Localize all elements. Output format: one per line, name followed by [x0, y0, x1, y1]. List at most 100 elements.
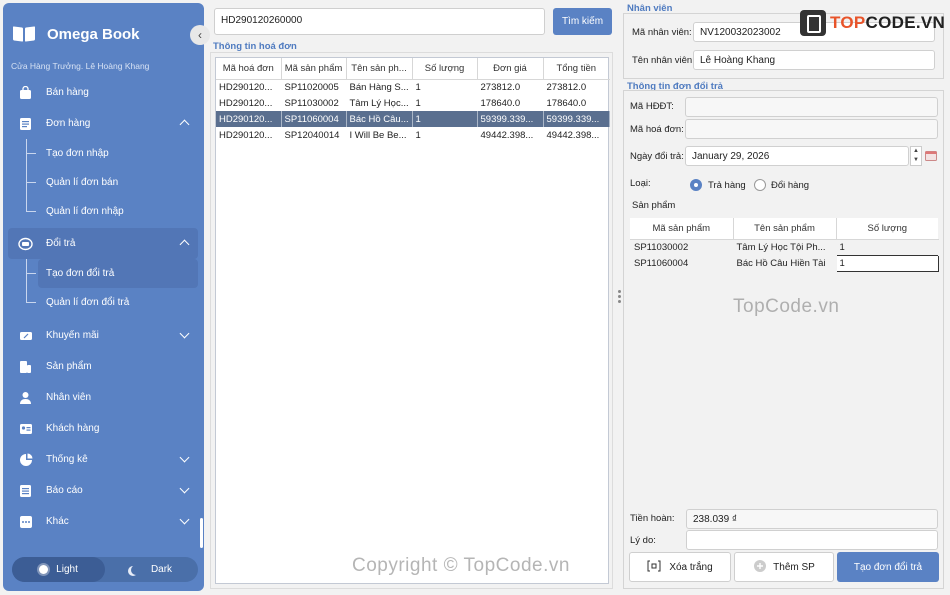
sidebar-item-khach-hang[interactable]: Khách hàng — [8, 413, 198, 444]
invoice-table-header: Mã hoá đơn Mã sản phẩm Tên sản ph... Số … — [216, 58, 609, 80]
return-icon — [18, 236, 33, 251]
sidebar-subitem-quan-li-don-ban[interactable]: Quản lí đơn bán — [8, 168, 198, 197]
sidebar-item-label: Đổi trả — [46, 238, 76, 249]
column-header[interactable]: Tên sản ph... — [346, 58, 413, 80]
id-card-icon — [18, 421, 33, 436]
chevron-up-icon — [179, 119, 190, 130]
sidebar-subitem-tao-don-doi-tra[interactable]: Tạo đơn đổi trả — [38, 259, 198, 288]
spinner-up-icon[interactable]: ▲ — [911, 147, 921, 156]
type-exchange-label[interactable]: Đổi hàng — [771, 180, 809, 191]
column-header[interactable]: Mã sản phẩm — [281, 58, 347, 80]
table-cell: SP11030002 — [284, 97, 339, 109]
table-cell: SP12040014 — [284, 129, 340, 141]
theme-light-option[interactable]: Light — [12, 557, 105, 582]
sidebar-subitem-tao-don-nhap[interactable]: Tạo đơn nhập — [8, 139, 198, 168]
sidebar-item-label: Thống kê — [46, 454, 88, 465]
type-exchange-radio[interactable] — [754, 179, 766, 191]
table-cell: Tâm Lý Học... — [349, 97, 409, 109]
column-header[interactable]: Mã hoá đơn — [216, 58, 282, 80]
theme-toggle: Light Dark — [12, 557, 198, 582]
column-header[interactable]: Số lượng — [412, 58, 478, 80]
sidebar-item-label: Sản phẩm — [46, 361, 92, 372]
sidebar-item-san-pham[interactable]: Sản phẩm — [8, 351, 198, 382]
table-cell: SP11060004 — [281, 111, 347, 127]
table-row[interactable]: SP11030002 Tâm Lý Học Tội Ph... 1 — [630, 239, 938, 255]
table-row[interactable]: HD290120... SP11030002 Tâm Lý Học... 1 1… — [216, 95, 609, 111]
table-cell: SP11020005 — [284, 81, 339, 93]
topcode-logo: TOPCODE.VN — [800, 10, 945, 36]
sidebar-item-label: Nhân viên — [46, 392, 92, 403]
employee-id-label: Mã nhân viên: — [632, 27, 692, 38]
calendar-icon[interactable] — [925, 150, 937, 161]
sidebar-item-nhan-vien[interactable]: Nhân viên — [8, 382, 198, 413]
sidebar-scrollbar[interactable] — [200, 518, 203, 548]
column-header[interactable]: Tên sản phẩm — [733, 218, 837, 240]
column-header[interactable]: Mã sản phẩm — [630, 218, 734, 240]
chevron-left-icon: ‹ — [198, 28, 202, 42]
split-pane-divider[interactable] — [618, 290, 621, 305]
type-return-radio[interactable] — [690, 179, 702, 191]
reason-input[interactable] — [686, 530, 938, 550]
chevron-down-icon — [179, 514, 190, 525]
table-cell: 1 — [415, 97, 421, 109]
table-row[interactable]: HD290120... SP12040014 I Will Be Be... 1… — [216, 127, 609, 143]
sidebar-item-khuyen-mai[interactable]: Khuyến mãi — [8, 320, 198, 351]
table-cell: 178640.0 — [546, 97, 587, 109]
brand: Omega Book — [13, 25, 140, 43]
ticket-icon — [18, 328, 33, 343]
store-line: Cửa Hàng Trưởng. Lê Hoàng Khang — [11, 61, 150, 71]
table-row-selected[interactable]: HD290120... SP11060004 Bác Hồ Câu... 1 5… — [216, 111, 610, 127]
chevron-down-icon — [179, 483, 190, 494]
column-header[interactable]: Tổng tiền — [543, 58, 609, 80]
search-button[interactable]: Tìm kiếm — [553, 8, 612, 35]
pie-icon — [18, 452, 33, 467]
add-product-label: Thêm SP — [773, 561, 815, 573]
table-cell: HD290120... — [219, 81, 273, 93]
sidebar-subitem-quan-li-don-nhap[interactable]: Quản lí đơn nhập — [8, 197, 198, 226]
sidebar-subitem-quan-li-don-doi-tra[interactable]: Quản lí đơn đổi trả — [8, 288, 198, 317]
table-cell: 1 — [415, 129, 421, 141]
table-cell: SP11060004 — [634, 257, 689, 269]
table-row[interactable]: HD290120... SP11020005 Bán Hàng S... 1 2… — [216, 79, 609, 95]
sidebar: Omega Book Cửa Hàng Trưởng. Lê Hoàng Kha… — [3, 3, 204, 591]
return-id-label: Mã HĐĐT: — [630, 101, 674, 112]
column-header[interactable]: Đơn giá — [477, 58, 544, 80]
watermark-copyright: Copyright © TopCode.vn — [352, 555, 570, 576]
logo-suffix: CODE.VN — [865, 13, 946, 32]
column-header[interactable]: Số lượng — [836, 218, 938, 240]
invoice-table-frame: Mã hoá đơn Mã sản phẩm Tên sản ph... Số … — [215, 57, 610, 584]
sidebar-item-thong-ke[interactable]: Thống kê — [8, 444, 198, 475]
employee-name-field: Lê Hoàng Khang — [693, 50, 935, 70]
table-row[interactable]: SP11060004 Bác Hồ Câu Hiền Tài 1 — [630, 254, 939, 272]
add-product-button[interactable]: Thêm SP — [734, 552, 834, 582]
sidebar-item-khac[interactable]: Khác — [8, 506, 198, 537]
theme-light-label: Light — [56, 564, 78, 575]
date-spinner[interactable]: ▲ ▼ — [910, 146, 922, 166]
type-label: Loại: — [630, 178, 651, 189]
logo-prefix: TOP — [830, 13, 866, 32]
chevron-down-icon — [179, 452, 190, 463]
tree-branch — [26, 273, 36, 274]
sidebar-item-don-hang[interactable]: Đơn hàng — [8, 108, 198, 139]
bag-icon — [18, 85, 33, 100]
theme-dark-option[interactable]: Dark — [105, 557, 198, 582]
type-return-label[interactable]: Trả hàng — [708, 180, 746, 191]
quantity-edit-cell[interactable]: 1 — [835, 254, 939, 272]
return-date-field[interactable]: January 29, 2026 — [685, 146, 909, 166]
clear-button[interactable]: Xóa trắng — [629, 552, 731, 582]
reason-label: Lý do: — [630, 535, 656, 546]
table-cell: 49442.398... — [546, 129, 600, 141]
sidebar-item-bao-cao[interactable]: Báo cáo — [8, 475, 198, 506]
spinner-down-icon[interactable]: ▼ — [911, 156, 921, 165]
sun-icon — [39, 565, 49, 574]
topcode-logo-icon — [800, 10, 826, 36]
invoice-search-input[interactable]: HD290120260000 — [214, 8, 545, 35]
sidebar-item-doi-tra[interactable]: Đổi trả — [8, 228, 198, 259]
collapse-sidebar-button[interactable]: ‹ — [190, 25, 210, 45]
table-cell: 1 — [415, 81, 421, 93]
sidebar-item-ban-hang[interactable]: Bán hàng — [8, 77, 198, 108]
watermark-center: TopCode.vn — [733, 296, 840, 317]
create-return-button[interactable]: Tạo đơn đổi trả — [837, 552, 939, 582]
plus-circle-icon — [753, 559, 767, 576]
more-icon — [18, 514, 33, 529]
